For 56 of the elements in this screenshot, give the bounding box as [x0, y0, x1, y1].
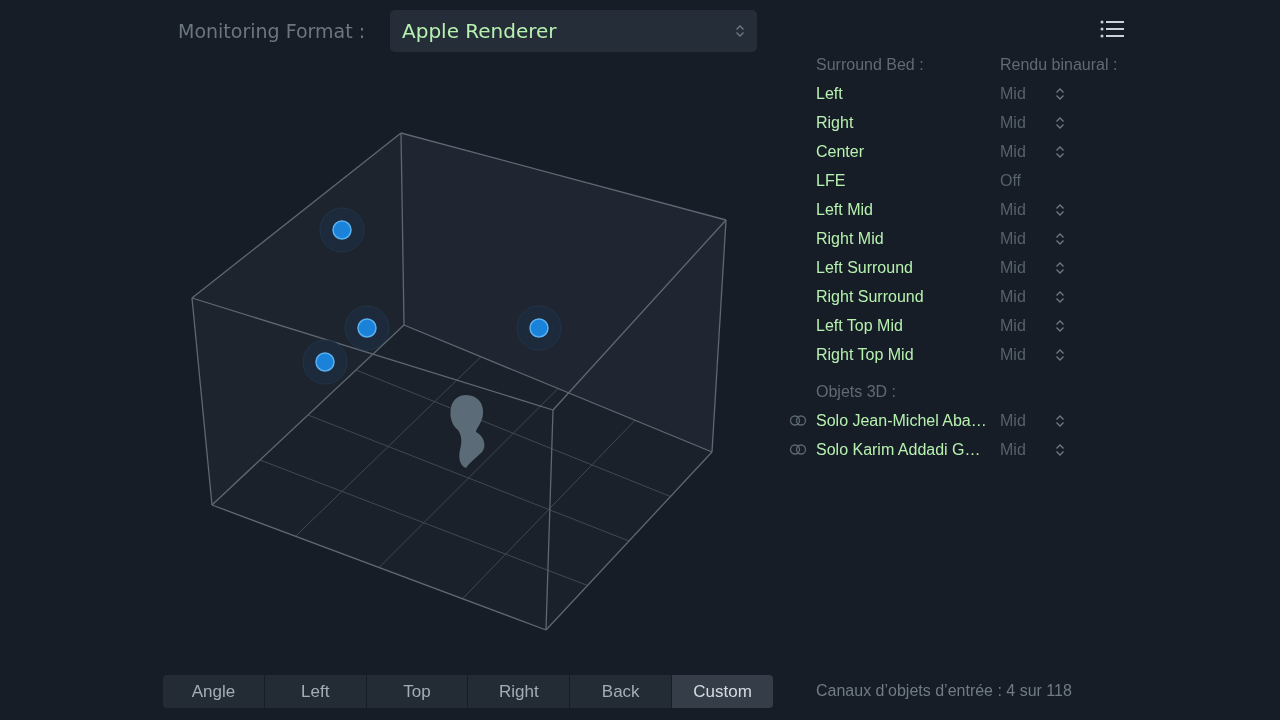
view-tab[interactable]: Top — [366, 675, 469, 708]
stepper-icon[interactable] — [1055, 318, 1065, 333]
stepper-icon[interactable] — [1055, 347, 1065, 362]
link-rings-icon[interactable] — [789, 415, 807, 426]
channel-name: Solo Jean-Michel Aba… — [816, 411, 988, 430]
render-mode[interactable]: Mid — [1000, 316, 1055, 335]
stepper-icon[interactable] — [1055, 231, 1065, 246]
stepper-icon[interactable] — [1055, 115, 1065, 130]
stepper-icon[interactable] — [1055, 202, 1065, 217]
render-mode[interactable]: Mid — [1000, 113, 1055, 132]
stepper-icon[interactable] — [735, 24, 745, 38]
render-mode[interactable]: Mid — [1000, 200, 1055, 219]
section-heading: Surround Bed : — [816, 56, 925, 74]
channel-name: Left Mid — [816, 200, 874, 219]
render-mode[interactable]: Mid — [1000, 142, 1055, 161]
list-menu-icon[interactable] — [1100, 20, 1124, 38]
stepper-icon[interactable] — [1055, 144, 1065, 159]
render-mode[interactable]: Mid — [1000, 440, 1055, 459]
render-mode[interactable]: Mid — [1000, 258, 1055, 277]
stepper-icon[interactable] — [1055, 260, 1065, 275]
channel-name: Left Top Mid — [816, 316, 904, 335]
monitoring-format-dropdown[interactable]: Apple Renderer — [390, 10, 757, 52]
channel-name: Right Surround — [816, 287, 925, 306]
head-figure-icon — [450, 395, 485, 468]
render-mode[interactable]: Mid — [1000, 345, 1055, 364]
sound-source-dot[interactable] — [344, 305, 390, 351]
view-tab[interactable]: Left — [264, 675, 367, 708]
sound-source-dot[interactable] — [516, 305, 562, 351]
render-mode: Off — [1000, 171, 1023, 190]
sound-source-dot[interactable] — [302, 339, 348, 385]
view-tab[interactable]: Custom — [672, 675, 773, 708]
channel-name: Solo Karim Addadi G… — [816, 440, 982, 459]
render-mode[interactable]: Mid — [1000, 84, 1055, 103]
channel-name: Right Top Mid — [816, 345, 915, 364]
link-rings-icon[interactable] — [789, 444, 807, 455]
column-heading: Rendu binaural : — [1000, 56, 1118, 74]
stepper-icon[interactable] — [1055, 86, 1065, 101]
channel-name: Left Surround — [816, 258, 914, 277]
channel-name: LFE — [816, 171, 847, 190]
channel-name: Center — [816, 142, 866, 161]
channel-name: Right — [816, 113, 855, 132]
monitoring-format-label: Monitoring Format : — [178, 20, 367, 42]
view-tab[interactable]: Right — [468, 675, 571, 708]
view-tab[interactable]: Back — [570, 675, 673, 708]
section-heading: Objets 3D : — [816, 382, 898, 401]
render-mode[interactable]: Mid — [1000, 287, 1055, 306]
stepper-icon[interactable] — [1055, 442, 1065, 457]
render-mode[interactable]: Mid — [1000, 411, 1055, 430]
sound-source-dot[interactable] — [319, 207, 365, 253]
channel-name: Left — [816, 84, 844, 103]
stepper-icon[interactable] — [1055, 413, 1065, 428]
channel-name: Right Mid — [816, 229, 885, 248]
input-channels-status: Canaux d’objets d’entrée : 4 sur 118 — [816, 682, 1073, 700]
stepper-icon[interactable] — [1055, 289, 1065, 304]
render-mode[interactable]: Mid — [1000, 229, 1055, 248]
view-tab[interactable]: Angle — [163, 675, 265, 708]
